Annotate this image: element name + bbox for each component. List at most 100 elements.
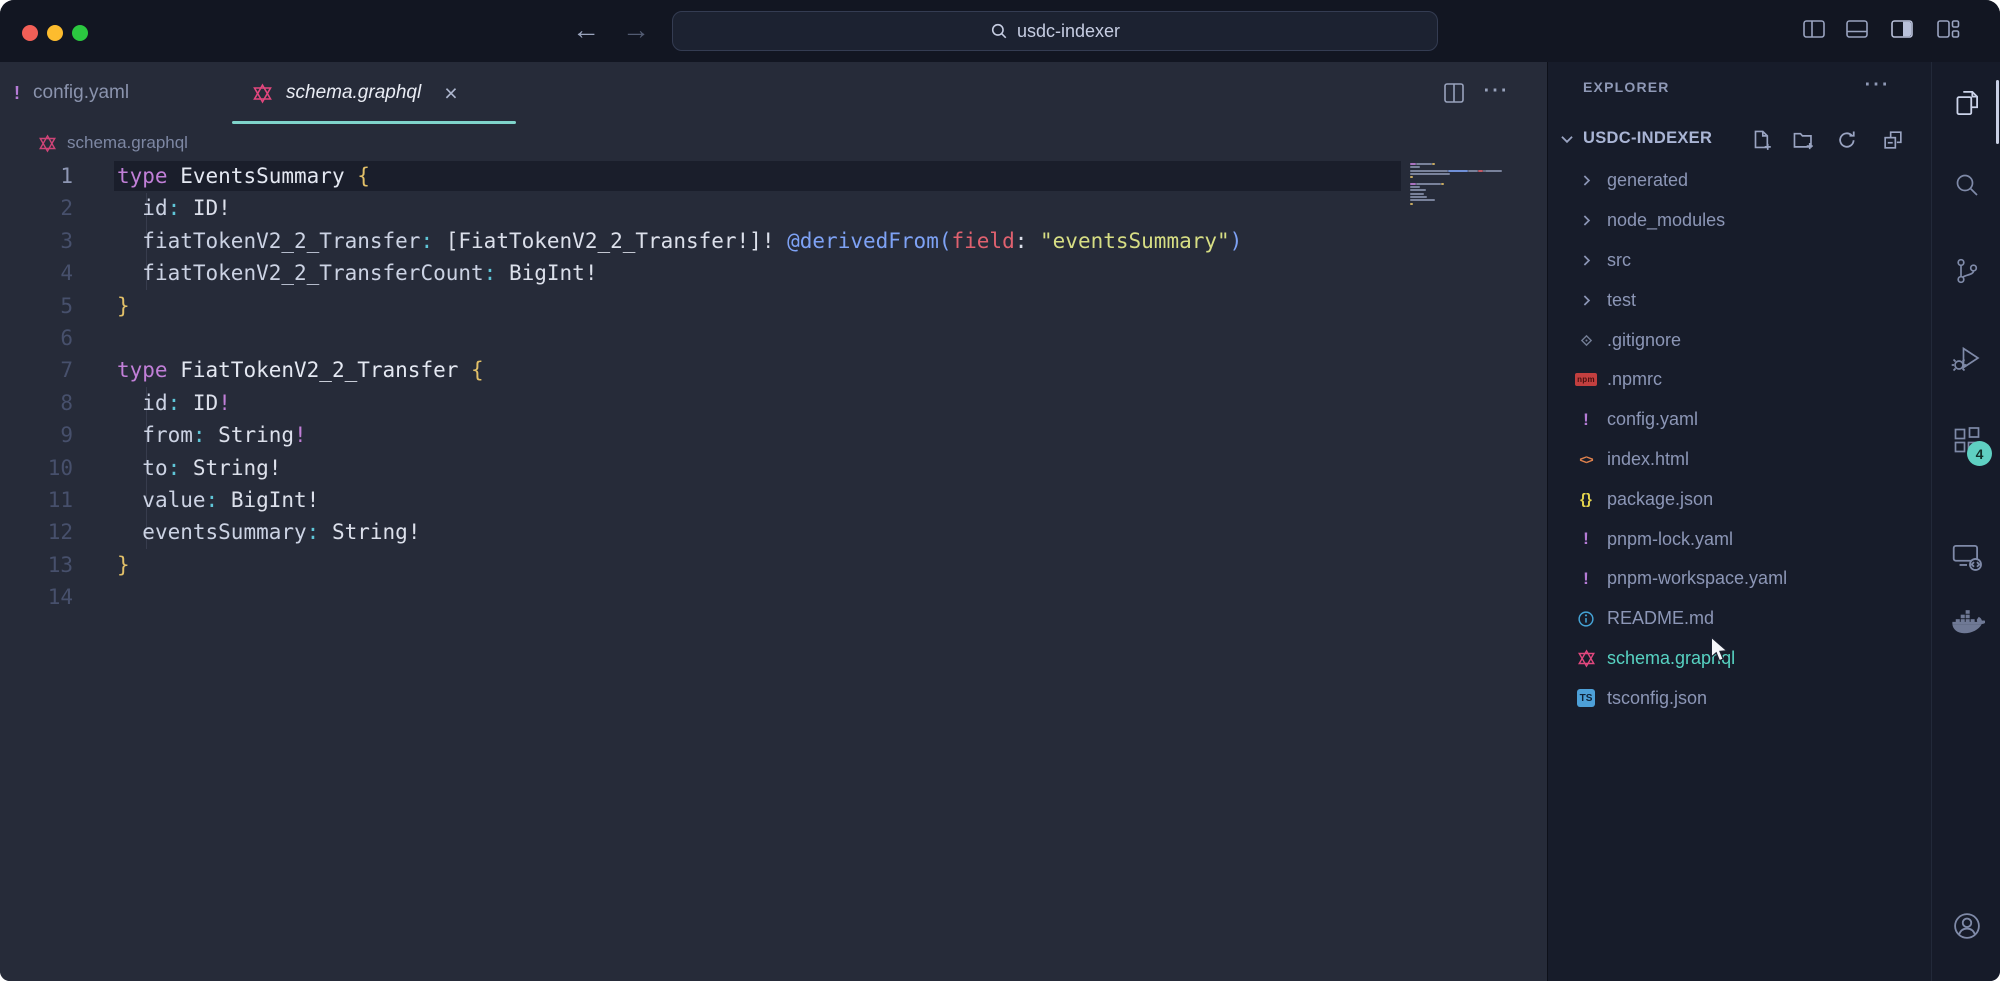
tree-item-label: src [1607,250,1631,271]
code-line[interactable]: 2 id: ID! [0,192,1547,224]
tree-file-pnpm-workspace-yaml[interactable]: !pnpm-workspace.yaml [1548,559,1932,599]
npm-icon: npm [1574,373,1598,386]
line-number: 6 [0,322,73,354]
collapse-all-icon[interactable] [1881,128,1905,152]
minimap-line [1410,189,1510,191]
code-line[interactable]: 5} [0,290,1547,322]
code-line[interactable]: 1type EventsSummary { [0,160,1547,192]
tree-item-label: pnpm-lock.yaml [1607,529,1733,550]
explorer-icon[interactable] [1948,84,1986,122]
code-line[interactable]: 3 fiatTokenV2_2_Transfer: [FiatTokenV2_2… [0,225,1547,257]
forward-button[interactable]: → [622,13,650,47]
tree-file--npmrc[interactable]: npm.npmrc [1548,360,1932,400]
tree-folder-node-modules[interactable]: node_modules [1548,201,1932,241]
zoom-window-button[interactable] [72,25,88,41]
minimap-line [1410,203,1510,205]
remote-explorer-icon[interactable] [1948,538,1986,576]
code-area[interactable]: 1type EventsSummary {2 id: ID!3 fiatToke… [0,160,1547,613]
code-line[interactable]: 6 [0,322,1547,354]
tab-schema-graphql[interactable]: schema.graphql × [252,62,458,124]
chevron-right-icon [1578,252,1595,269]
yaml-icon: ! [1583,529,1589,549]
command-center[interactable]: usdc-indexer [672,11,1438,51]
explorer-sidebar: EXPLORER ⋯ USDC-INDEXER generatednode_mo… [1547,62,1931,981]
minimap[interactable] [1410,163,1510,209]
npm-icon: npm [1575,373,1597,386]
minimize-window-button[interactable] [47,25,63,41]
tree-file-pnpm-lock-yaml[interactable]: ! pnpm-lock.yaml [1548,519,1932,559]
tree-file-package-json[interactable]: {}package.json [1548,479,1932,519]
docker-icon[interactable] [1948,604,1986,642]
line-number: 7 [0,354,73,386]
close-window-button[interactable] [22,25,38,41]
code-text: eventsSummary: String! [73,516,420,548]
info-icon [1574,610,1598,628]
code-line[interactable]: 14 [0,581,1547,613]
code-line[interactable]: 7type FiatTokenV2_2_Transfer { [0,354,1547,386]
breadcrumb[interactable]: schema.graphql [38,128,188,158]
search-icon[interactable] [1948,166,1986,204]
tab-config-yaml[interactable]: ! config.yaml [14,62,129,124]
tree-item-label: index.html [1607,449,1689,470]
code-line[interactable]: 13} [0,549,1547,581]
tree-folder-generated[interactable]: generated [1548,161,1932,201]
project-section-header[interactable]: USDC-INDEXER [1548,120,1932,158]
minimap-line [1410,199,1510,201]
panel-left-icon[interactable] [1800,15,1828,43]
tree-file--gitignore[interactable]: .gitignore [1548,320,1932,360]
tree-folder-test[interactable]: test [1548,280,1932,320]
editor-pane: ! config.yaml schema.graphql × ⋯ schema.… [0,62,1547,981]
tree-file-README-md[interactable]: README.md [1548,599,1932,639]
extensions-icon[interactable]: 4 [1948,422,1986,460]
editor-more-actions-icon[interactable]: ⋯ [1482,74,1508,105]
tree-file-schema-graphql[interactable]: schema.graphql [1548,639,1932,679]
line-number: 8 [0,387,73,419]
git-icon [1578,332,1595,349]
code-line[interactable]: 8 id: ID! [0,387,1547,419]
line-number: 2 [0,192,73,224]
yaml-icon: ! [1574,569,1598,589]
tab-label: config.yaml [33,82,129,104]
tree-file-tsconfig-json[interactable]: TStsconfig.json [1548,678,1932,718]
tree-folder-src[interactable]: src [1548,241,1932,281]
yaml-warning-icon: ! [14,83,20,104]
close-tab-icon[interactable]: × [444,83,457,103]
tree-file-config-yaml[interactable]: !config.yaml [1548,400,1932,440]
back-button[interactable]: ← [572,13,600,47]
layout-customize-icon[interactable] [1934,15,1962,43]
chevron-right-icon [1574,252,1598,269]
panel-bottom-icon[interactable] [1843,15,1871,43]
refresh-explorer-icon[interactable] [1835,128,1859,152]
tab-label: schema.graphql [286,82,421,104]
split-editor-icon[interactable] [1441,80,1467,106]
panel-right-icon[interactable] [1888,15,1916,43]
tree-file-index-html[interactable]: <> index.html [1548,440,1932,480]
line-number: 10 [0,452,73,484]
source-control-icon[interactable] [1948,252,1986,290]
code-line[interactable]: 12 eventsSummary: String! [0,516,1547,548]
json-icon: {} [1574,491,1598,508]
code-line[interactable]: 10 to: String! [0,452,1547,484]
new-file-icon[interactable] [1749,128,1773,152]
run-debug-icon[interactable] [1948,339,1986,377]
code-text: value: BigInt! [73,484,319,516]
git-icon [1574,332,1598,349]
line-number: 1 [0,160,73,192]
code-line[interactable]: 9 from: String! [0,419,1547,451]
new-folder-icon[interactable] [1791,128,1815,152]
code-text: id: ID! [73,192,231,224]
line-number: 9 [0,419,73,451]
chevron-right-icon [1574,212,1598,229]
minimap-line [1410,170,1510,172]
code-line[interactable]: 4 fiatTokenV2_2_TransferCount: BigInt! [0,257,1547,289]
breadcrumb-file: schema.graphql [67,133,188,153]
extensions-badge: 4 [1967,441,1992,466]
line-number: 3 [0,225,73,257]
explorer-more-actions-icon[interactable]: ⋯ [1863,68,1889,99]
code-text [73,581,117,613]
account-icon[interactable] [1948,907,1986,945]
code-line[interactable]: 11 value: BigInt! [0,484,1547,516]
search-icon [990,22,1008,40]
html-icon: <> [1574,452,1598,467]
tree-item-label: config.yaml [1607,409,1698,430]
